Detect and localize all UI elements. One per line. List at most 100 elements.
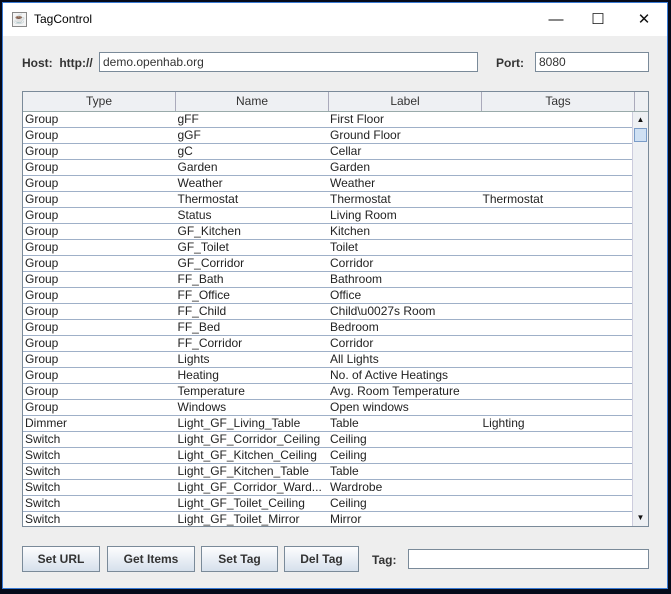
cell-label[interactable]: Table: [328, 464, 481, 479]
cell-label[interactable]: Cellar: [328, 144, 481, 159]
vertical-scrollbar[interactable]: ▲ ▼: [632, 112, 648, 526]
cell-name[interactable]: Temperature: [176, 384, 329, 399]
cell-type[interactable]: Switch: [23, 464, 176, 479]
cell-type[interactable]: Group: [23, 272, 176, 287]
cell-type[interactable]: Group: [23, 160, 176, 175]
cell-type[interactable]: Group: [23, 112, 176, 127]
column-header-type[interactable]: Type: [23, 92, 176, 111]
cell-label[interactable]: Office: [328, 288, 481, 303]
cell-name[interactable]: Light_GF_Corridor_Ceiling: [176, 432, 329, 447]
cell-type[interactable]: Group: [23, 128, 176, 143]
cell-tags[interactable]: [481, 432, 634, 447]
cell-label[interactable]: Wardrobe: [328, 480, 481, 495]
table-row[interactable]: Group Thermostat Thermostat Thermostat: [23, 192, 633, 208]
cell-label[interactable]: Child\u0027s Room: [328, 304, 481, 319]
column-header-label[interactable]: Label: [329, 92, 482, 111]
cell-type[interactable]: Group: [23, 304, 176, 319]
cell-name[interactable]: FF_Corridor: [176, 336, 329, 351]
cell-tags[interactable]: [481, 512, 634, 526]
minimize-button[interactable]: —: [533, 3, 579, 36]
set-url-button[interactable]: Set URL: [22, 546, 100, 572]
cell-tags[interactable]: [481, 304, 634, 319]
cell-label[interactable]: Ceiling: [328, 432, 481, 447]
cell-type[interactable]: Group: [23, 336, 176, 351]
table-row[interactable]: Group GF_Kitchen Kitchen: [23, 224, 633, 240]
host-input[interactable]: demo.openhab.org: [99, 52, 478, 72]
cell-tags[interactable]: [481, 368, 634, 383]
cell-name[interactable]: gGF: [176, 128, 329, 143]
cell-label[interactable]: Table: [328, 416, 481, 431]
cell-tags[interactable]: [481, 448, 634, 463]
cell-tags[interactable]: [481, 336, 634, 351]
cell-label[interactable]: Ground Floor: [328, 128, 481, 143]
table-row[interactable]: Switch Light_GF_Corridor_Ceiling Ceiling: [23, 432, 633, 448]
cell-type[interactable]: Group: [23, 192, 176, 207]
maximize-button[interactable]: ☐: [575, 3, 621, 36]
cell-name[interactable]: Garden: [176, 160, 329, 175]
cell-tags[interactable]: [481, 320, 634, 335]
cell-tags[interactable]: [481, 112, 634, 127]
table-row[interactable]: Switch Light_GF_Toilet_Ceiling Ceiling: [23, 496, 633, 512]
cell-name[interactable]: Light_GF_Living_Table: [176, 416, 329, 431]
cell-type[interactable]: Group: [23, 352, 176, 367]
cell-name[interactable]: GF_Toilet: [176, 240, 329, 255]
table-row[interactable]: Group Weather Weather: [23, 176, 633, 192]
cell-name[interactable]: Weather: [176, 176, 329, 191]
cell-tags[interactable]: [481, 240, 634, 255]
set-tag-button[interactable]: Set Tag: [201, 546, 278, 572]
close-button[interactable]: ✕: [621, 3, 667, 36]
cell-type[interactable]: Group: [23, 288, 176, 303]
cell-tags[interactable]: [481, 400, 634, 415]
cell-tags[interactable]: [481, 352, 634, 367]
cell-label[interactable]: No. of Active Heatings: [328, 368, 481, 383]
cell-name[interactable]: Thermostat: [176, 192, 329, 207]
table-row[interactable]: Group Garden Garden: [23, 160, 633, 176]
cell-tags[interactable]: [481, 224, 634, 239]
scroll-up-arrow-icon[interactable]: ▲: [633, 112, 648, 128]
cell-label[interactable]: Thermostat: [328, 192, 481, 207]
cell-label[interactable]: Kitchen: [328, 224, 481, 239]
cell-name[interactable]: gFF: [176, 112, 329, 127]
table-row[interactable]: Group Temperature Avg. Room Temperature: [23, 384, 633, 400]
cell-label[interactable]: First Floor: [328, 112, 481, 127]
cell-type[interactable]: Dimmer: [23, 416, 176, 431]
cell-type[interactable]: Group: [23, 384, 176, 399]
cell-type[interactable]: Switch: [23, 496, 176, 511]
cell-label[interactable]: Corridor: [328, 336, 481, 351]
cell-name[interactable]: FF_Bed: [176, 320, 329, 335]
cell-type[interactable]: Switch: [23, 432, 176, 447]
table-row[interactable]: Switch Light_GF_Toilet_Mirror Mirror: [23, 512, 634, 526]
cell-tags[interactable]: [481, 160, 634, 175]
cell-type[interactable]: Group: [23, 368, 176, 383]
cell-label[interactable]: All Lights: [328, 352, 481, 367]
column-header-tags[interactable]: Tags: [482, 92, 635, 111]
cell-tags[interactable]: [481, 480, 634, 495]
cell-name[interactable]: GF_Corridor: [176, 256, 329, 271]
cell-name[interactable]: gC: [176, 144, 329, 159]
cell-label[interactable]: Corridor: [328, 256, 481, 271]
column-header-name[interactable]: Name: [176, 92, 329, 111]
scroll-down-arrow-icon[interactable]: ▼: [633, 510, 648, 526]
cell-label[interactable]: Weather: [328, 176, 481, 191]
cell-type[interactable]: Group: [23, 144, 176, 159]
get-items-button[interactable]: Get Items: [107, 546, 195, 572]
cell-type[interactable]: Group: [23, 208, 176, 223]
cell-tags[interactable]: [481, 288, 634, 303]
cell-tags[interactable]: [481, 208, 634, 223]
cell-name[interactable]: Windows: [176, 400, 329, 415]
table-row[interactable]: Group gGF Ground Floor: [23, 128, 633, 144]
cell-type[interactable]: Switch: [23, 480, 176, 495]
table-row[interactable]: Group FF_Bed Bedroom: [23, 320, 633, 336]
cell-label[interactable]: Toilet: [328, 240, 481, 255]
table-row[interactable]: Switch Light_GF_Kitchen_Table Table: [23, 464, 633, 480]
cell-label[interactable]: Bedroom: [328, 320, 481, 335]
cell-name[interactable]: FF_Office: [176, 288, 329, 303]
cell-type[interactable]: Group: [23, 224, 176, 239]
cell-name[interactable]: GF_Kitchen: [176, 224, 329, 239]
table-row[interactable]: Group Status Living Room: [23, 208, 633, 224]
cell-tags[interactable]: [481, 256, 634, 271]
table-row[interactable]: Group FF_Office Office: [23, 288, 633, 304]
cell-tags[interactable]: [481, 464, 634, 479]
cell-tags[interactable]: [481, 496, 634, 511]
cell-label[interactable]: Living Room: [328, 208, 481, 223]
